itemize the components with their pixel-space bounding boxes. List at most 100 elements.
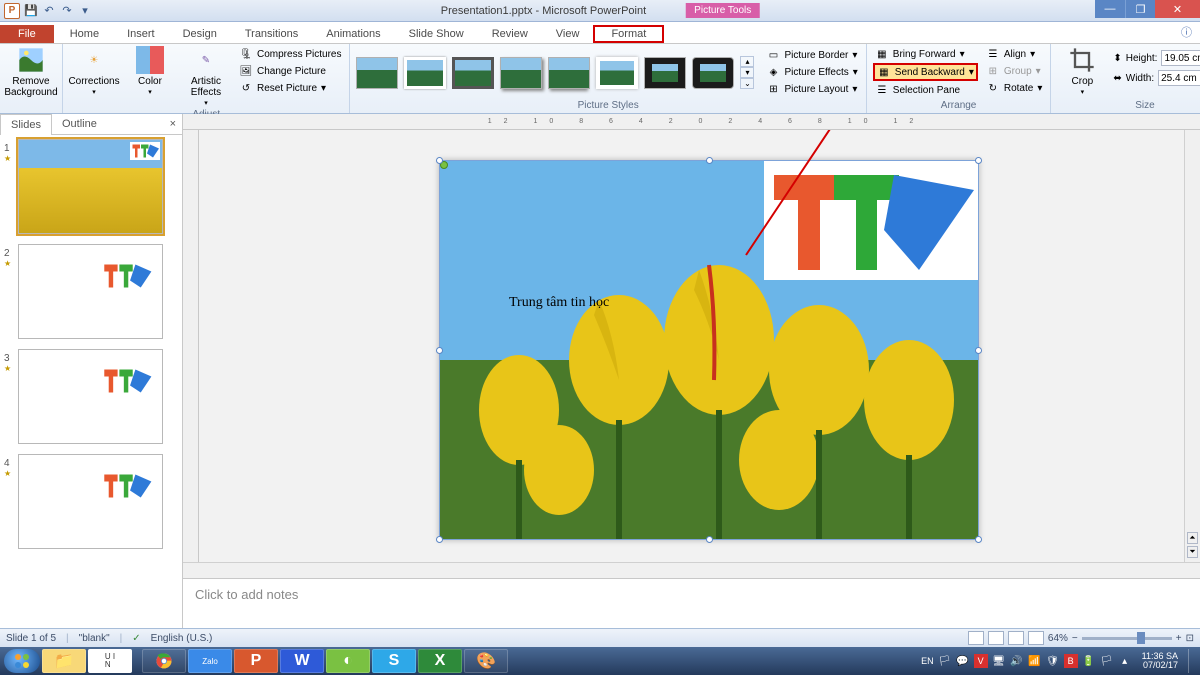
normal-view-button[interactable]: [968, 631, 984, 645]
picture-style-2[interactable]: [404, 57, 446, 89]
tab-transitions[interactable]: Transitions: [231, 25, 312, 43]
tray-v-icon[interactable]: V: [974, 654, 988, 668]
compress-pictures-button[interactable]: 🗜Compress Pictures: [237, 46, 343, 62]
reading-view-button[interactable]: [1008, 631, 1024, 645]
picture-style-1[interactable]: [356, 57, 398, 89]
tray-chat-icon[interactable]: 💬: [956, 654, 970, 668]
artistic-effects-button[interactable]: ✎ Artistic Effects ▾: [181, 46, 231, 108]
zoom-level[interactable]: 64%: [1048, 633, 1068, 644]
resize-handle-ne[interactable]: [975, 157, 982, 164]
selection-pane-button[interactable]: ☰Selection Pane: [873, 82, 978, 98]
picture-style-7[interactable]: [644, 57, 686, 89]
style-expand[interactable]: ⌄: [740, 78, 754, 89]
task-powerpoint[interactable]: P: [234, 649, 278, 673]
tab-format[interactable]: Format: [593, 25, 664, 43]
picture-effects-button[interactable]: ◈Picture Effects ▾: [764, 65, 859, 81]
fit-to-window-button[interactable]: ⊡: [1186, 633, 1194, 644]
tray-b-icon[interactable]: B: [1064, 654, 1078, 668]
save-icon[interactable]: 💾: [24, 4, 38, 18]
picture-layout-button[interactable]: ⊞Picture Layout ▾: [764, 82, 859, 98]
resize-handle-nw[interactable]: [436, 157, 443, 164]
color-button[interactable]: Color ▾: [125, 46, 175, 97]
picture-style-8[interactable]: [692, 57, 734, 89]
language-label[interactable]: English (U.S.): [151, 633, 213, 644]
task-excel[interactable]: X: [418, 649, 462, 673]
tray-network-icon[interactable]: 📶: [1028, 654, 1042, 668]
style-scroll-up[interactable]: ▴: [740, 56, 754, 67]
powerpoint-icon[interactable]: P: [4, 3, 20, 19]
outline-tab[interactable]: Outline: [52, 114, 107, 134]
start-button[interactable]: [4, 649, 40, 673]
change-picture-button[interactable]: 🖼Change Picture: [237, 63, 343, 79]
canvas-area[interactable]: Trung tâm tin học: [199, 130, 1184, 562]
height-input[interactable]: 19.05 cm: [1161, 50, 1200, 66]
undo-icon[interactable]: ↶: [42, 4, 56, 18]
sorter-view-button[interactable]: [988, 631, 1004, 645]
zoom-slider[interactable]: [1082, 637, 1172, 640]
task-skype[interactable]: S: [372, 649, 416, 673]
minimize-button[interactable]: —: [1095, 0, 1125, 18]
bring-forward-button[interactable]: ▦Bring Forward ▾: [873, 46, 978, 62]
group-button[interactable]: ⊞Group ▾: [984, 63, 1045, 79]
slide-thumbnail-4[interactable]: [18, 454, 163, 549]
spellcheck-icon[interactable]: ✓: [132, 633, 140, 644]
prev-slide-button[interactable]: ⏶: [1187, 532, 1198, 544]
corrections-button[interactable]: ☀ Corrections ▾: [69, 46, 119, 97]
tray-expand-icon[interactable]: ▴: [1118, 654, 1132, 668]
horizontal-scrollbar[interactable]: [199, 563, 1184, 578]
tab-home[interactable]: Home: [56, 25, 113, 43]
picture-style-6[interactable]: [596, 57, 638, 89]
tab-design[interactable]: Design: [169, 25, 231, 43]
send-backward-button[interactable]: ▦Send Backward ▾: [873, 63, 978, 81]
tab-animations[interactable]: Animations: [312, 25, 394, 43]
align-button[interactable]: ☰Align ▾: [984, 46, 1045, 62]
picture-border-button[interactable]: ▭Picture Border ▾: [764, 48, 859, 64]
task-chrome[interactable]: [142, 649, 186, 673]
task-word[interactable]: W: [280, 649, 324, 673]
tab-review[interactable]: Review: [478, 25, 542, 43]
crop-button[interactable]: Crop ▾: [1057, 46, 1107, 97]
rotate-button[interactable]: ↻Rotate ▾: [984, 80, 1045, 96]
tray-flag-icon[interactable]: 🏳: [938, 654, 952, 668]
picture-style-4[interactable]: [500, 57, 542, 89]
tray-battery-icon[interactable]: 🔋: [1082, 654, 1096, 668]
tray-lang[interactable]: EN: [921, 656, 934, 666]
tray-display-icon[interactable]: 🖥: [992, 654, 1006, 668]
zoom-in-button[interactable]: +: [1176, 633, 1182, 644]
tray-volume-icon[interactable]: 🔊: [1010, 654, 1024, 668]
redo-icon[interactable]: ↷: [60, 4, 74, 18]
picture-style-3[interactable]: [452, 57, 494, 89]
restore-button[interactable]: ❐: [1125, 0, 1155, 18]
tab-file[interactable]: File: [0, 25, 54, 43]
resize-handle-n[interactable]: [706, 157, 713, 164]
tab-view[interactable]: View: [542, 25, 594, 43]
resize-handle-se[interactable]: [975, 536, 982, 543]
slide-thumbnail-2[interactable]: [18, 244, 163, 339]
resize-handle-sw[interactable]: [436, 536, 443, 543]
task-explorer[interactable]: 📁: [42, 649, 86, 673]
remove-background-button[interactable]: Remove Background: [6, 46, 56, 98]
reset-picture-button[interactable]: ↺Reset Picture ▾: [237, 80, 343, 96]
tab-slideshow[interactable]: Slide Show: [395, 25, 478, 43]
slideshow-view-button[interactable]: [1028, 631, 1044, 645]
vertical-scrollbar[interactable]: ⏶ ⏷: [1184, 130, 1200, 562]
zoom-out-button[interactable]: −: [1072, 633, 1078, 644]
notes-pane[interactable]: Click to add notes: [183, 578, 1200, 628]
close-button[interactable]: ✕: [1155, 0, 1200, 18]
picture-style-5[interactable]: [548, 57, 590, 89]
slide-thumbnail-1[interactable]: [18, 139, 163, 234]
show-desktop-button[interactable]: [1188, 649, 1196, 673]
task-coccoc[interactable]: ◐: [326, 649, 370, 673]
panel-close-icon[interactable]: ×: [164, 114, 182, 134]
ribbon-help-icon[interactable]: ⓘ: [1173, 21, 1200, 43]
tray-action-icon[interactable]: 🏳: [1100, 654, 1114, 668]
width-input[interactable]: 25.4 cm: [1158, 70, 1200, 86]
taskbar-clock[interactable]: 11:36 SA 07/02/17: [1136, 652, 1184, 670]
task-paint[interactable]: 🎨: [464, 649, 508, 673]
task-unikey[interactable]: U IN: [88, 649, 132, 673]
tab-insert[interactable]: Insert: [113, 25, 169, 43]
next-slide-button[interactable]: ⏷: [1187, 546, 1198, 558]
qat-dropdown-icon[interactable]: ▾: [78, 4, 92, 18]
slides-tab[interactable]: Slides: [0, 114, 52, 135]
resize-handle-w[interactable]: [436, 347, 443, 354]
